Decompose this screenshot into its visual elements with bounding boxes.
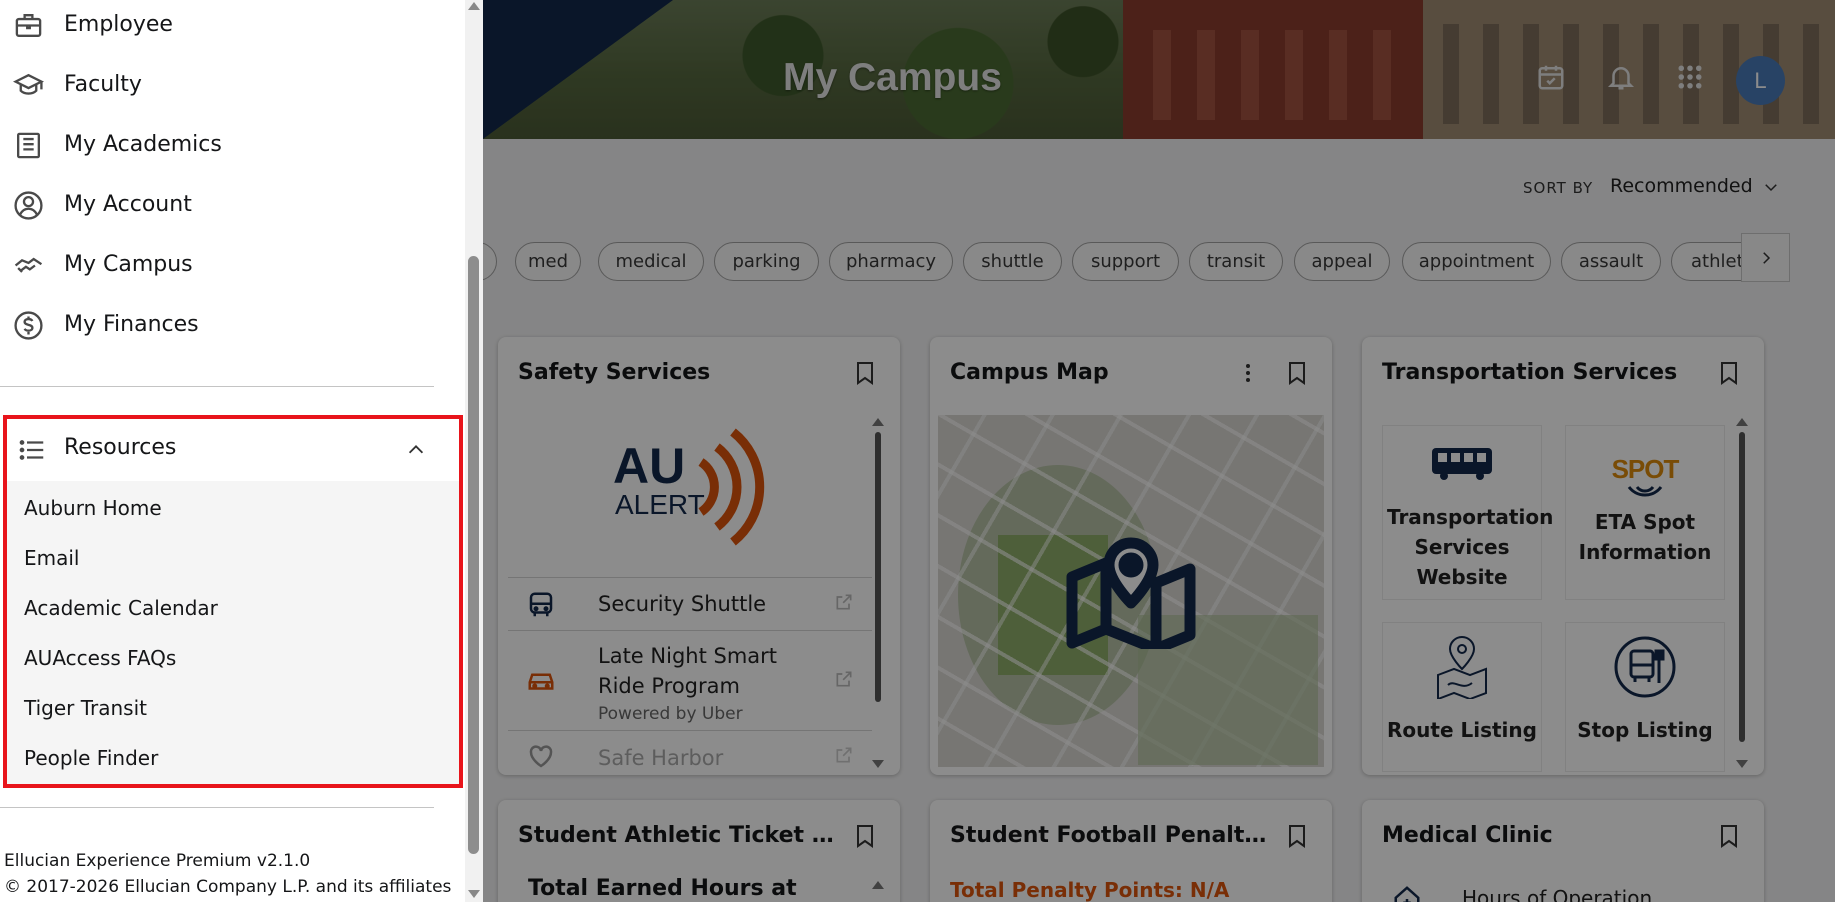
resource-link-people-finder[interactable]: People Finder [24,746,158,770]
nav-item-label: My Academics [64,132,222,157]
divider [0,386,434,387]
resource-link-auburn-home[interactable]: Auburn Home [24,496,162,520]
scroll-up-arrow[interactable] [468,2,480,10]
resources-list: Auburn Home Email Academic Calendar AUAc… [7,481,459,784]
graduation-cap-icon [13,73,44,95]
resource-link-academic-calendar[interactable]: Academic Calendar [24,596,218,620]
resource-link-auaccess-faqs[interactable]: AUAccess FAQs [24,646,176,670]
nav-item-label: My Campus [64,252,193,277]
user-circle-icon [14,191,43,220]
nav-item-label: Faculty [64,72,142,97]
book-icon [17,132,40,159]
footer-copyright: © 2017-2026 Ellucian Company L.P. and it… [4,877,452,897]
resources-header[interactable]: Resources [7,419,459,481]
footer-version: Ellucian Experience Premium v2.1.0 [4,851,311,871]
nav-item-employee[interactable]: Employee [0,0,465,54]
briefcase-icon [15,14,42,37]
resources-section: Resources Auburn Home Email Academic Cal… [3,415,463,788]
chevron-up-icon[interactable] [405,439,427,461]
nav-item-my-academics[interactable]: My Academics [0,120,465,174]
navigation-drawer: Employee Faculty My Academics My Account… [0,0,483,902]
drawer-scrollbar-thumb[interactable] [468,256,479,854]
handshake-icon [14,257,43,273]
resource-link-email[interactable]: Email [24,546,80,570]
nav-item-my-campus[interactable]: My Campus [0,240,465,294]
nav-item-my-account[interactable]: My Account [0,180,465,234]
resources-title: Resources [64,435,177,460]
nav-item-my-finances[interactable]: My Finances [0,300,465,354]
nav-item-label: My Finances [64,312,199,337]
nav-item-faculty[interactable]: Faculty [0,60,465,114]
list-icon [19,440,44,460]
nav-item-label: My Account [64,192,192,217]
nav-item-label: Employee [64,12,173,37]
dollar-circle-icon [14,311,43,340]
divider [0,807,434,808]
scroll-down-arrow[interactable] [468,890,480,898]
resource-link-tiger-transit[interactable]: Tiger Transit [24,696,147,720]
